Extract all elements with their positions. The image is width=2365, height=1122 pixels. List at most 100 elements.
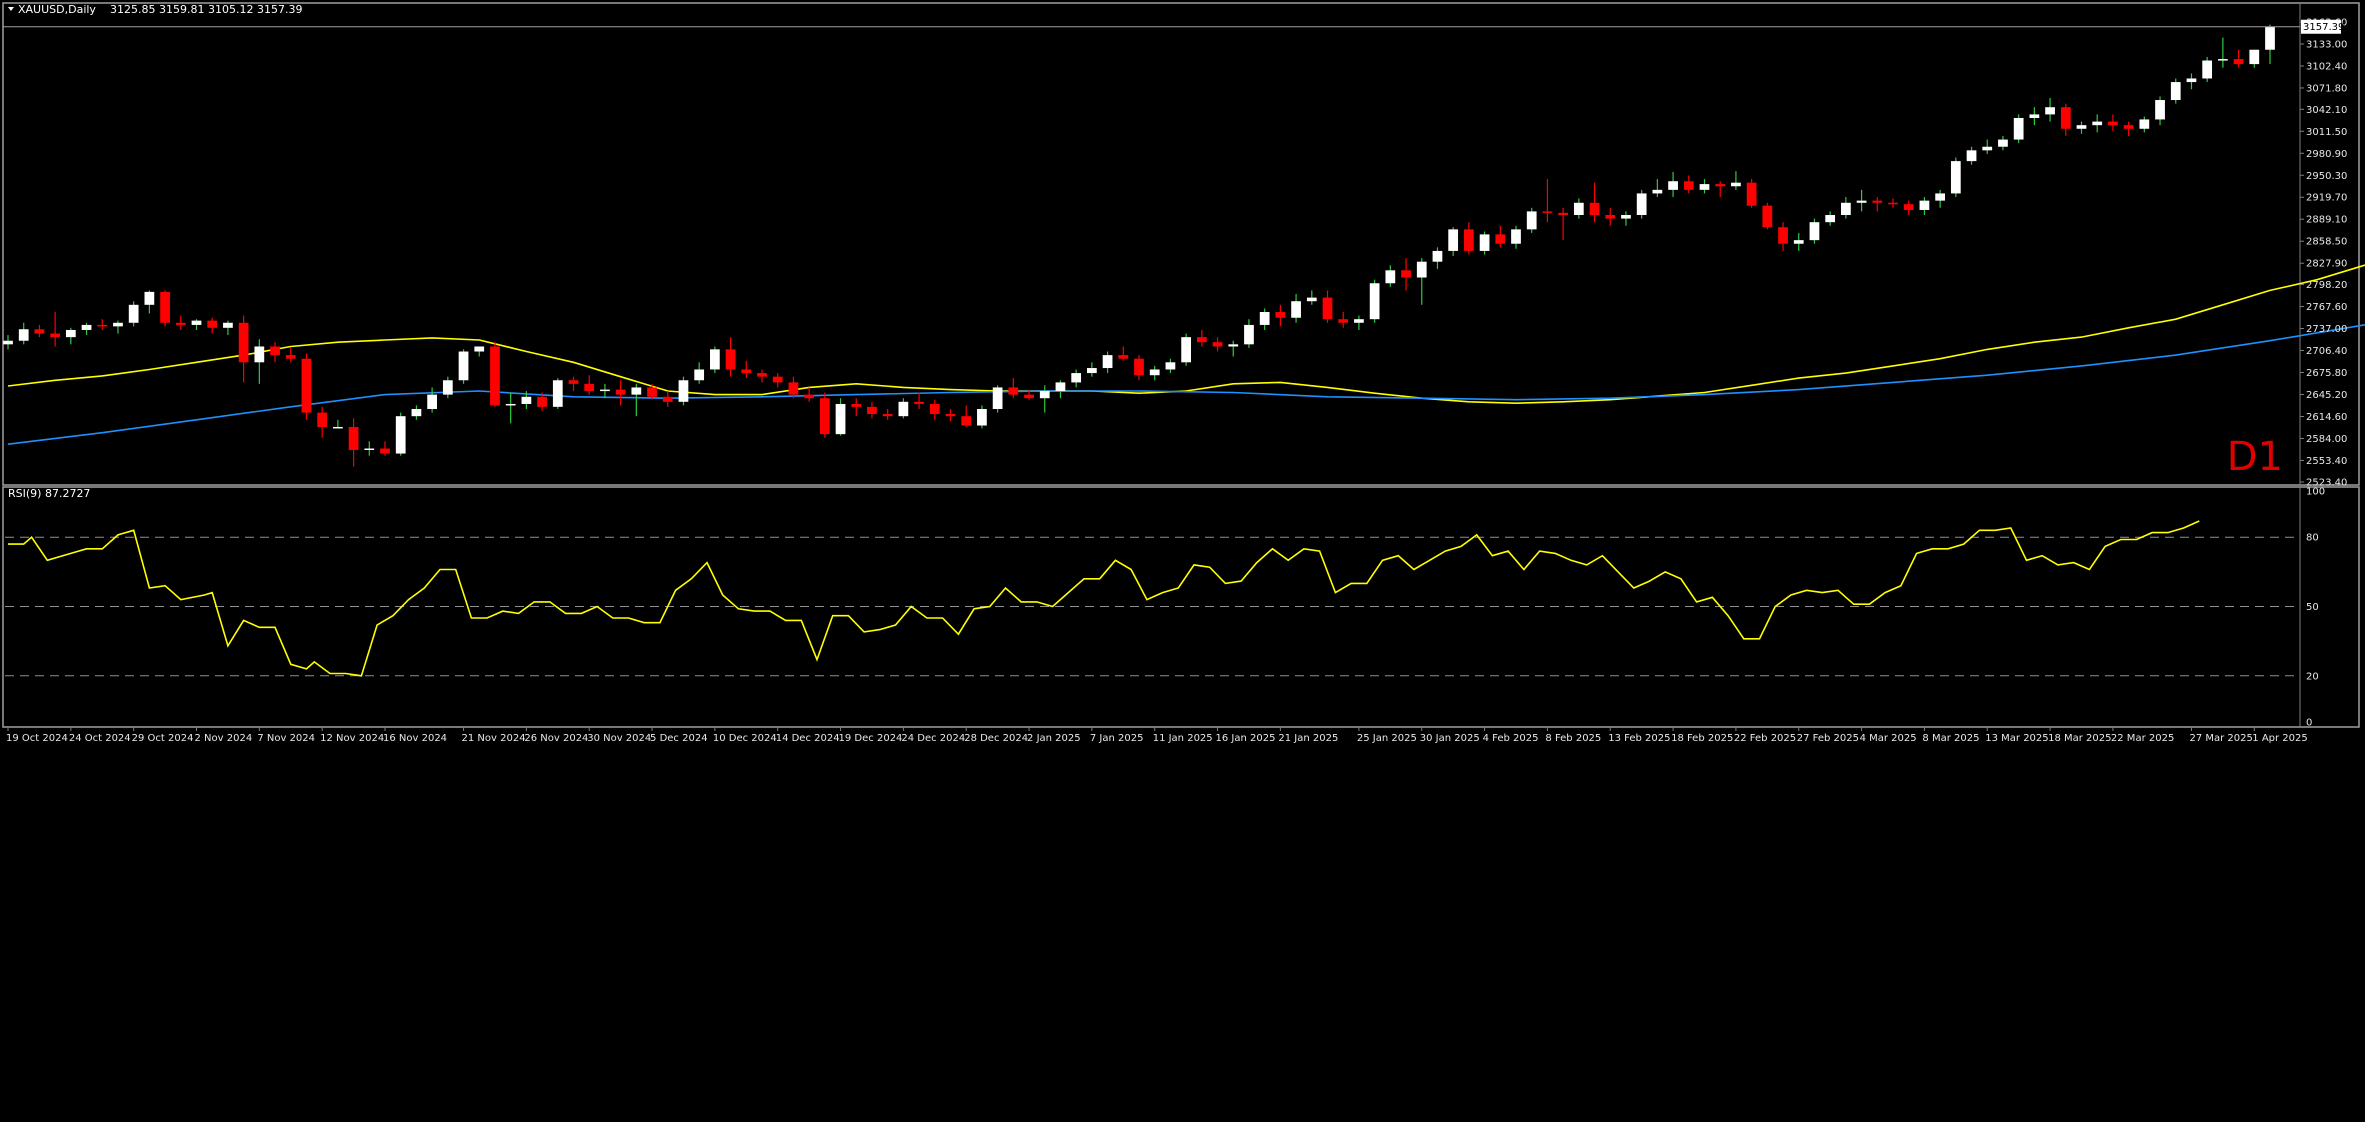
candle[interactable] xyxy=(1935,189,1945,208)
candle[interactable] xyxy=(568,376,579,392)
candle[interactable] xyxy=(128,301,139,327)
dropdown-arrow-icon[interactable] xyxy=(8,7,14,11)
candle[interactable] xyxy=(490,342,500,407)
candle[interactable] xyxy=(1746,179,1757,208)
candle[interactable] xyxy=(1369,279,1380,323)
candle[interactable] xyxy=(1354,315,1364,330)
candle[interactable] xyxy=(2170,78,2181,104)
candle[interactable] xyxy=(2218,37,2228,68)
candle[interactable] xyxy=(1149,365,1160,381)
candle[interactable] xyxy=(788,376,799,399)
candle[interactable] xyxy=(2249,49,2260,68)
candle[interactable] xyxy=(929,399,940,420)
candle[interactable] xyxy=(474,346,485,357)
candle[interactable] xyxy=(160,290,170,327)
candle[interactable] xyxy=(2092,114,2103,133)
candle[interactable] xyxy=(1228,340,1239,357)
candle[interactable] xyxy=(144,290,155,314)
candle[interactable] xyxy=(600,383,610,399)
candle[interactable] xyxy=(1919,197,1930,215)
candle[interactable] xyxy=(427,387,437,413)
candle[interactable] xyxy=(81,322,92,335)
candle[interactable] xyxy=(819,392,830,438)
candle[interactable] xyxy=(1872,197,1883,212)
candle[interactable] xyxy=(1950,157,1961,198)
candle[interactable] xyxy=(1542,179,1553,223)
candle[interactable] xyxy=(380,441,390,456)
candle[interactable] xyxy=(757,369,767,383)
candle[interactable] xyxy=(1291,294,1301,323)
candle[interactable] xyxy=(694,362,705,384)
candle[interactable] xyxy=(2139,116,2150,133)
candle[interactable] xyxy=(1573,198,1584,219)
candle[interactable] xyxy=(1668,171,1678,198)
candle[interactable] xyxy=(1621,211,1631,226)
candle[interactable] xyxy=(1416,258,1427,305)
candle[interactable] xyxy=(1495,225,1506,248)
candle[interactable] xyxy=(348,418,359,467)
candle[interactable] xyxy=(1998,135,2008,151)
candle[interactable] xyxy=(3,334,13,350)
candle[interactable] xyxy=(1636,189,1647,219)
candle[interactable] xyxy=(2013,114,2024,144)
candle[interactable] xyxy=(1275,304,1286,327)
candle[interactable] xyxy=(2029,107,2040,126)
candle[interactable] xyxy=(1511,225,1521,249)
candle[interactable] xyxy=(1134,355,1144,381)
candle[interactable] xyxy=(1008,378,1019,399)
candle[interactable] xyxy=(238,315,249,383)
candle[interactable] xyxy=(175,315,186,330)
candle[interactable] xyxy=(804,387,814,402)
candle[interactable] xyxy=(285,347,296,363)
candle[interactable] xyxy=(1778,222,1788,251)
candle[interactable] xyxy=(1841,197,1851,219)
candle[interactable] xyxy=(1432,247,1443,269)
candle[interactable] xyxy=(1605,207,1616,226)
candle[interactable] xyxy=(2265,24,2275,65)
candle[interactable] xyxy=(1856,189,1867,212)
candle[interactable] xyxy=(1259,308,1270,330)
candle[interactable] xyxy=(1087,362,1097,377)
candle[interactable] xyxy=(725,337,736,377)
candle[interactable] xyxy=(333,419,343,429)
candle[interactable] xyxy=(1181,333,1191,366)
candle[interactable] xyxy=(113,320,123,334)
candle[interactable] xyxy=(1196,329,1207,347)
candle[interactable] xyxy=(2186,73,2197,90)
candle[interactable] xyxy=(961,405,972,427)
candle[interactable] xyxy=(2233,49,2244,68)
candle[interactable] xyxy=(552,378,563,409)
candle[interactable] xyxy=(662,391,673,407)
candle[interactable] xyxy=(65,327,76,345)
candle[interactable] xyxy=(317,406,328,438)
chart-canvas[interactable]: XAUUSD,Daily 3125.85 3159.81 3105.12 315… xyxy=(0,0,2365,1118)
candle[interactable] xyxy=(1401,258,1411,291)
candle[interactable] xyxy=(1652,179,1663,198)
candle[interactable] xyxy=(1903,200,1914,215)
candle[interactable] xyxy=(1731,171,1741,190)
candle[interactable] xyxy=(1306,290,1317,305)
candle[interactable] xyxy=(2202,56,2213,83)
candle[interactable] xyxy=(1762,202,1773,230)
candle[interactable] xyxy=(1589,182,1600,223)
candle[interactable] xyxy=(1982,139,1993,154)
candle[interactable] xyxy=(34,324,45,338)
candle[interactable] xyxy=(2108,114,2118,131)
candle[interactable] xyxy=(1385,265,1396,287)
candle[interactable] xyxy=(2123,121,2134,136)
candle[interactable] xyxy=(442,376,453,399)
candle[interactable] xyxy=(2076,121,2087,134)
candle[interactable] xyxy=(1966,146,1977,165)
candle[interactable] xyxy=(1055,380,1066,399)
candle[interactable] xyxy=(992,385,1003,413)
candle[interactable] xyxy=(1464,222,1474,255)
candle[interactable] xyxy=(458,349,469,384)
candle[interactable] xyxy=(1699,179,1710,194)
candle[interactable] xyxy=(1683,175,1694,194)
candle[interactable] xyxy=(741,360,752,379)
candle[interactable] xyxy=(2060,103,2071,136)
candle[interactable] xyxy=(1558,207,1568,241)
candle[interactable] xyxy=(1479,231,1490,255)
candle[interactable] xyxy=(678,376,689,406)
candle[interactable] xyxy=(254,339,265,384)
